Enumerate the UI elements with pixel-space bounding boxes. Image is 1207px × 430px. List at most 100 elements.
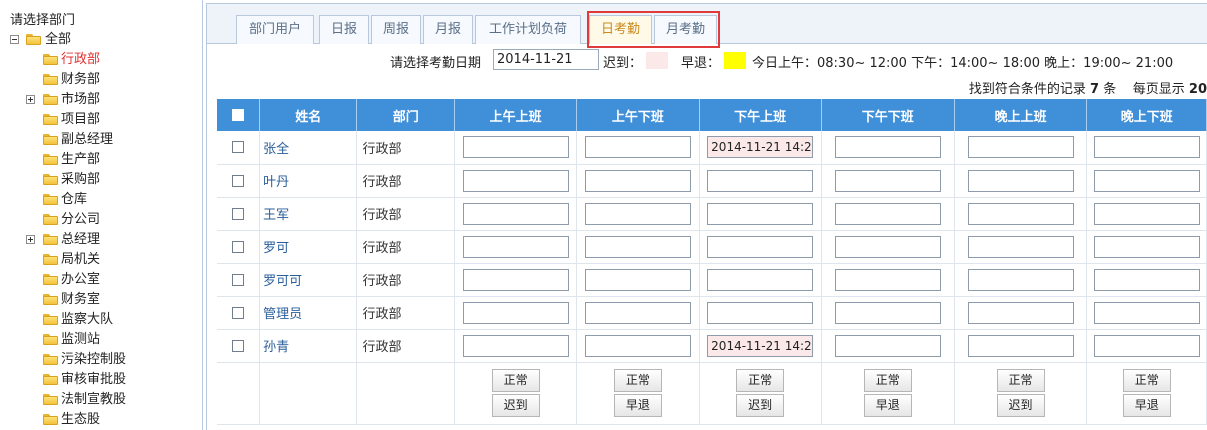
eve-in-time-input[interactable] bbox=[967, 136, 1074, 159]
eve-in-time-input[interactable] bbox=[967, 202, 1074, 225]
eve-out-time-input[interactable] bbox=[1093, 235, 1200, 258]
am-out-time-input[interactable] bbox=[584, 301, 691, 324]
tree-node-all[interactable]: 全部 bbox=[0, 30, 202, 50]
eve-out-time-input[interactable] bbox=[1093, 301, 1200, 324]
row-select-cell[interactable] bbox=[217, 131, 261, 165]
am-in-time-input[interactable] bbox=[462, 169, 569, 192]
eve-in-time-input[interactable] bbox=[967, 301, 1074, 324]
attendance-date-input[interactable] bbox=[493, 49, 599, 70]
eve-out-time-input[interactable] bbox=[1093, 202, 1200, 225]
tree-node-monitoring[interactable]: 监测站 bbox=[0, 330, 202, 350]
tree-node-finance[interactable]: 财务部 bbox=[0, 70, 202, 90]
row-checkbox[interactable] bbox=[232, 240, 245, 253]
tree-node-office[interactable]: 办公室 bbox=[0, 270, 202, 290]
tree-node-warehouse[interactable]: 仓库 bbox=[0, 190, 202, 210]
am-in-time-input[interactable] bbox=[462, 202, 569, 225]
row-checkbox[interactable] bbox=[232, 174, 245, 187]
am-in-time-input[interactable] bbox=[462, 334, 569, 357]
tree-node-bureau[interactable]: 局机关 bbox=[0, 250, 202, 270]
mark-early-button[interactable]: 早退 bbox=[613, 394, 662, 417]
mark-normal-button[interactable]: 正常 bbox=[996, 369, 1045, 392]
row-select-cell[interactable] bbox=[217, 197, 261, 231]
row-checkbox[interactable] bbox=[232, 339, 245, 352]
am-out-time-input[interactable] bbox=[584, 202, 691, 225]
eve-in-time-input[interactable] bbox=[967, 235, 1074, 258]
eve-in-time-input[interactable] bbox=[967, 169, 1074, 192]
tree-node-admin[interactable]: 行政部 bbox=[0, 50, 202, 70]
am-in-time-input[interactable] bbox=[462, 301, 569, 324]
mark-early-button[interactable]: 早退 bbox=[1122, 394, 1171, 417]
row-select-cell[interactable] bbox=[217, 164, 261, 198]
mark-late-button[interactable]: 迟到 bbox=[736, 394, 785, 417]
tree-node-pollution[interactable]: 污染控制股 bbox=[0, 350, 202, 370]
pm-out-time-input[interactable] bbox=[834, 136, 941, 159]
tree-node-approval[interactable]: 审核审批股 bbox=[0, 370, 202, 390]
row-checkbox[interactable] bbox=[232, 141, 245, 154]
tree-node-legal[interactable]: 法制宣教股 bbox=[0, 390, 202, 410]
pm-in-time-input[interactable] bbox=[707, 136, 814, 159]
row-checkbox[interactable] bbox=[232, 207, 245, 220]
pm-in-time-input[interactable] bbox=[707, 301, 814, 324]
eve-out-time-input[interactable] bbox=[1093, 268, 1200, 291]
employee-name[interactable]: 孙青 bbox=[259, 329, 358, 363]
select-all-cell[interactable] bbox=[217, 99, 261, 131]
mark-late-button[interactable]: 迟到 bbox=[996, 394, 1045, 417]
row-select-cell[interactable] bbox=[217, 329, 261, 363]
employee-name[interactable]: 罗可 bbox=[259, 230, 358, 264]
tree-node-vp[interactable]: 副总经理 bbox=[0, 130, 202, 150]
tab-dept-users[interactable]: 部门用户 bbox=[236, 15, 314, 44]
pm-out-time-input[interactable] bbox=[834, 301, 941, 324]
pm-in-time-input[interactable] bbox=[707, 235, 814, 258]
employee-name[interactable]: 张全 bbox=[259, 131, 358, 165]
eve-out-time-input[interactable] bbox=[1093, 334, 1200, 357]
row-select-cell[interactable] bbox=[217, 296, 261, 330]
eve-in-time-input[interactable] bbox=[967, 268, 1074, 291]
am-in-time-input[interactable] bbox=[462, 235, 569, 258]
employee-name[interactable]: 管理员 bbox=[259, 296, 358, 330]
employee-name[interactable]: 王军 bbox=[259, 197, 358, 231]
tree-node-finance-room[interactable]: 财务室 bbox=[0, 290, 202, 310]
mark-normal-button[interactable]: 正常 bbox=[491, 369, 540, 392]
collapse-icon[interactable] bbox=[10, 35, 19, 44]
tree-node-marketing[interactable]: 市场部 bbox=[0, 90, 202, 110]
pm-out-time-input[interactable] bbox=[834, 268, 941, 291]
mark-normal-button[interactable]: 正常 bbox=[1122, 369, 1171, 392]
am-out-time-input[interactable] bbox=[584, 169, 691, 192]
pm-out-time-input[interactable] bbox=[834, 235, 941, 258]
expand-icon[interactable] bbox=[26, 235, 35, 244]
tab-daily-report[interactable]: 日报 bbox=[319, 15, 369, 44]
row-checkbox[interactable] bbox=[232, 273, 245, 286]
tree-node-production[interactable]: 生产部 bbox=[0, 150, 202, 170]
eve-in-time-input[interactable] bbox=[967, 334, 1074, 357]
pm-out-time-input[interactable] bbox=[834, 202, 941, 225]
expand-icon[interactable] bbox=[26, 95, 35, 104]
row-select-cell[interactable] bbox=[217, 263, 261, 297]
tree-node-ecology[interactable]: 生态股 bbox=[0, 410, 202, 430]
pm-out-time-input[interactable] bbox=[834, 334, 941, 357]
mark-normal-button[interactable]: 正常 bbox=[613, 369, 662, 392]
am-out-time-input[interactable] bbox=[584, 334, 691, 357]
select-all-checkbox[interactable] bbox=[232, 109, 245, 121]
pm-in-time-input[interactable] bbox=[707, 268, 814, 291]
am-out-time-input[interactable] bbox=[584, 235, 691, 258]
row-select-cell[interactable] bbox=[217, 230, 261, 264]
tree-node-project[interactable]: 项目部 bbox=[0, 110, 202, 130]
row-checkbox[interactable] bbox=[232, 306, 245, 319]
mark-early-button[interactable]: 早退 bbox=[863, 394, 912, 417]
pm-in-time-input[interactable] bbox=[707, 169, 814, 192]
eve-out-time-input[interactable] bbox=[1093, 169, 1200, 192]
pm-out-time-input[interactable] bbox=[834, 169, 941, 192]
eve-out-time-input[interactable] bbox=[1093, 136, 1200, 159]
tab-weekly-report[interactable]: 周报 bbox=[371, 15, 421, 44]
pm-in-time-input[interactable] bbox=[707, 202, 814, 225]
tab-work-plan[interactable]: 工作计划负荷 bbox=[475, 15, 581, 44]
am-in-time-input[interactable] bbox=[462, 268, 569, 291]
tree-node-inspection[interactable]: 监察大队 bbox=[0, 310, 202, 330]
am-in-time-input[interactable] bbox=[462, 136, 569, 159]
tree-node-purchasing[interactable]: 采购部 bbox=[0, 170, 202, 190]
employee-name[interactable]: 罗可可 bbox=[259, 263, 358, 297]
employee-name[interactable]: 叶丹 bbox=[259, 164, 358, 198]
mark-normal-button[interactable]: 正常 bbox=[736, 369, 785, 392]
tab-monthly-report[interactable]: 月报 bbox=[423, 15, 473, 44]
am-out-time-input[interactable] bbox=[584, 268, 691, 291]
